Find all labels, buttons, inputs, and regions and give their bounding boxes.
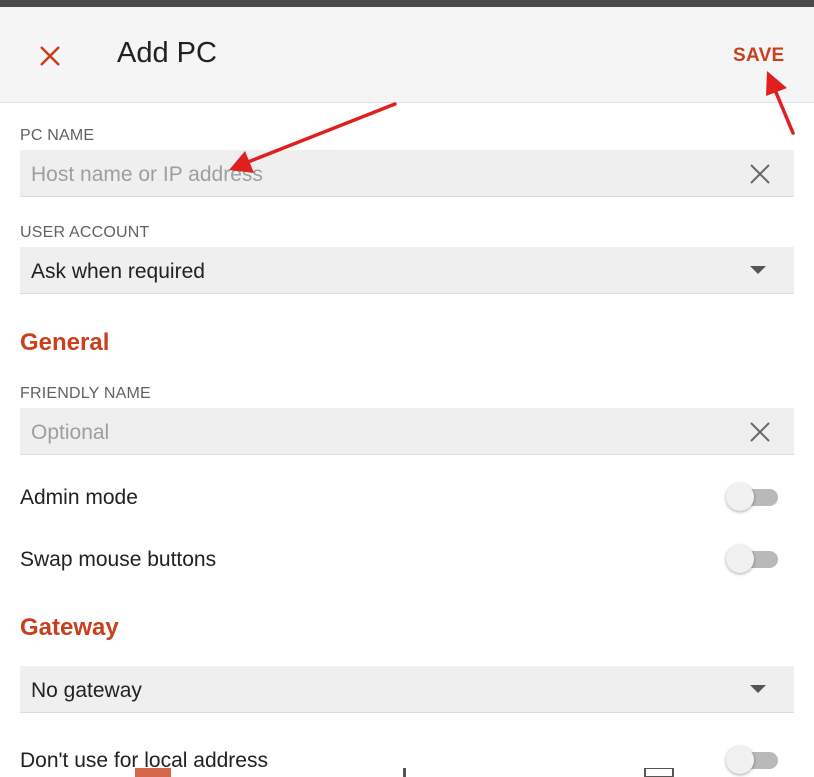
admin-mode-label: Admin mode	[20, 486, 138, 509]
swap-mouse-toggle[interactable]	[726, 544, 778, 574]
pc-name-label: PC NAME	[20, 127, 95, 144]
clear-icon[interactable]	[748, 162, 772, 186]
friendly-name-placeholder: Optional	[31, 421, 110, 444]
user-account-select[interactable]: Ask when required	[20, 247, 794, 294]
friendly-name-input[interactable]: Optional	[20, 408, 794, 455]
admin-mode-toggle[interactable]	[726, 482, 778, 512]
dropdown-arrow-icon	[750, 266, 766, 274]
app-bar: Add PC SAVE	[0, 7, 814, 103]
toggle-thumb	[726, 483, 754, 511]
close-icon	[40, 46, 60, 66]
toggle-thumb	[726, 545, 754, 573]
pc-name-input[interactable]: Host name or IP address	[20, 150, 794, 197]
status-strip	[0, 0, 814, 7]
gateway-value: No gateway	[31, 679, 142, 702]
swap-mouse-label: Swap mouse buttons	[20, 548, 217, 571]
bottom-nav-hint	[135, 768, 674, 777]
clear-icon[interactable]	[748, 420, 772, 444]
gateway-select[interactable]: No gateway	[20, 666, 794, 713]
friendly-name-label: FRIENDLY NAME	[20, 385, 151, 402]
close-button[interactable]	[28, 34, 72, 78]
section-heading-general: General	[20, 329, 110, 356]
page-title: Add PC	[117, 37, 217, 69]
user-account-label: USER ACCOUNT	[20, 224, 150, 241]
user-account-value: Ask when required	[31, 260, 205, 283]
section-heading-gateway: Gateway	[20, 614, 119, 641]
pc-name-placeholder: Host name or IP address	[31, 163, 263, 186]
save-button[interactable]: SAVE	[733, 45, 785, 67]
dropdown-arrow-icon	[750, 685, 766, 693]
